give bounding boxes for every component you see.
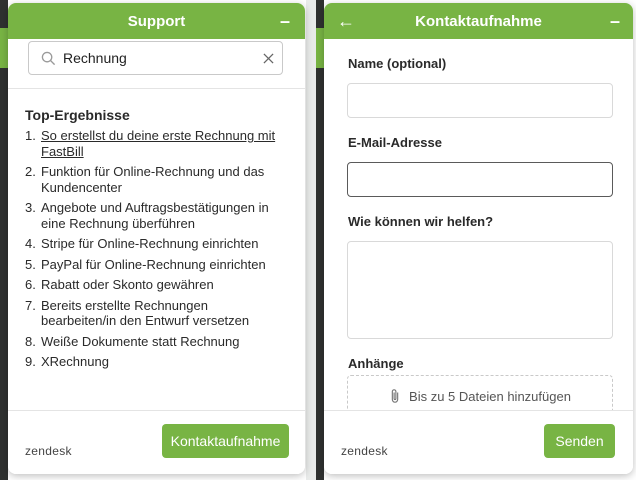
- minimize-icon: –: [609, 10, 620, 31]
- attachments-label: Anhänge: [348, 356, 404, 371]
- attachments-hint: Bis zu 5 Dateien hinzufügen: [409, 388, 571, 404]
- result-link[interactable]: So erstellst du deine erste Rechnung mit…: [41, 128, 285, 159]
- list-item: 3. Angebote und Auftragsbestätigungen in …: [25, 200, 285, 231]
- minimize-icon: –: [279, 10, 290, 31]
- message-textarea[interactable]: [347, 241, 613, 339]
- list-item: 7. Bereits erstellte Rechnungen bearbeite…: [25, 298, 285, 329]
- result-link[interactable]: Angebote und Auftragsbestätigungen in ei…: [41, 200, 285, 231]
- email-field[interactable]: [347, 162, 613, 197]
- zendesk-logo[interactable]: zendesk: [341, 444, 388, 458]
- results-list: 1. So erstellst du deine erste Rechnung m…: [25, 128, 285, 375]
- search-box[interactable]: [28, 41, 283, 75]
- result-link[interactable]: Bereits erstellte Rechnungen bearbeiten/…: [41, 298, 285, 329]
- list-item: 9. XRechnung: [25, 354, 109, 370]
- list-item: 5. PayPal für Online-Rechnung einrichten: [25, 256, 266, 273]
- send-button[interactable]: Senden: [544, 424, 615, 458]
- email-label: E-Mail-Adresse: [348, 135, 442, 150]
- results-title: Top-Ergebnisse: [25, 107, 130, 123]
- result-link[interactable]: Funktion für Online-Rechnung und das Kun…: [41, 164, 285, 195]
- search-icon: [33, 51, 63, 66]
- result-link[interactable]: Weiße Dokumente statt Rechnung: [41, 334, 239, 350]
- name-field[interactable]: [347, 83, 613, 118]
- list-item: 6. Rabatt oder Skonto gewähren: [25, 277, 214, 293]
- contact-title: Kontaktaufnahme: [415, 12, 542, 30]
- list-item: 8. Weiße Dokumente statt Rechnung: [25, 333, 240, 350]
- support-header: Support: [8, 3, 305, 39]
- minimize-button[interactable]: –: [597, 3, 633, 39]
- message-label: Wie können wir helfen?: [348, 214, 494, 229]
- back-button[interactable]: ←: [328, 3, 364, 39]
- search-input[interactable]: [63, 50, 254, 66]
- minimize-button[interactable]: –: [267, 3, 303, 39]
- result-link[interactable]: PayPal für Online-Rechnung einrichten: [41, 257, 266, 273]
- back-arrow-icon: ←: [337, 10, 355, 31]
- paperclip-icon: [391, 389, 399, 403]
- background-page-gap-dark: [316, 0, 324, 480]
- background-page-left-dark: [0, 0, 8, 480]
- name-label: Name (optional): [348, 56, 447, 71]
- list-item: 1. So erstellst du deine erste Rechnung m…: [25, 128, 285, 159]
- zendesk-logo[interactable]: zendesk: [25, 444, 72, 458]
- list-item: 4. Stripe für Online-Rechnung einrichten: [25, 236, 259, 252]
- contact-widget: Kontaktaufnahme ← – Name (optional) E-Ma…: [324, 3, 633, 474]
- support-widget: Support – Top-Ergebnisse 1.So erstellst …: [8, 3, 305, 474]
- result-link[interactable]: Rabatt oder Skonto gewähren: [41, 277, 214, 293]
- contact-header: Kontaktaufnahme: [324, 3, 633, 39]
- contact-button[interactable]: Kontaktaufnahme: [162, 424, 289, 458]
- result-link[interactable]: XRechnung: [41, 354, 109, 370]
- background-page-gap-green: [316, 28, 324, 68]
- support-footer: zendesk Kontaktaufnahme: [8, 410, 305, 474]
- result-link[interactable]: Stripe für Online-Rechnung einrichten: [41, 236, 259, 252]
- support-title: Support: [127, 12, 186, 30]
- search-bar: [8, 39, 305, 89]
- clear-search-icon[interactable]: [254, 52, 282, 64]
- background-page-left-green: [0, 28, 8, 68]
- contact-footer: zendesk Senden: [324, 410, 633, 474]
- list-item: 2. Funktion für Online-Rechnung und das K…: [25, 164, 285, 195]
